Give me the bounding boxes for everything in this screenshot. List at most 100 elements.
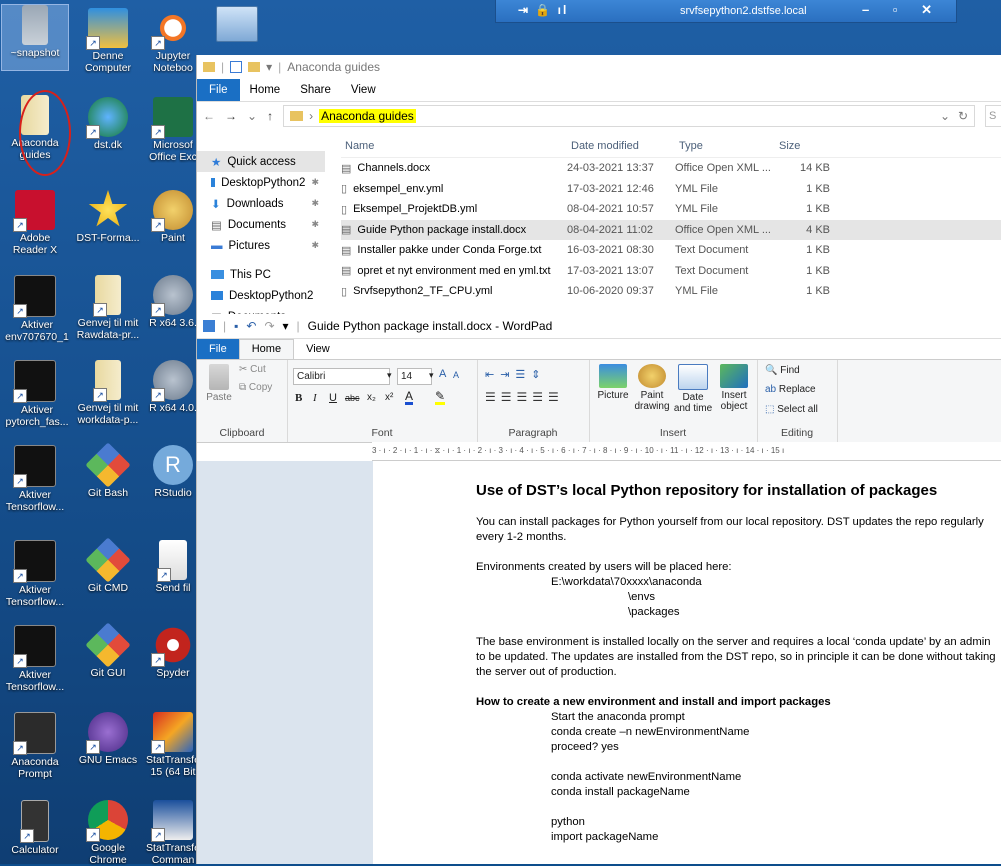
customize-toolbar-icon[interactable]: ▾	[266, 60, 272, 74]
desktop-icon-dst-forma[interactable]: DST-Forma...	[75, 190, 141, 244]
cut-button[interactable]: ✂ Cut	[239, 364, 266, 375]
r-icon: ↗	[151, 275, 193, 317]
nav-quick-access[interactable]: ★ Quick access	[197, 151, 325, 172]
find-button[interactable]: 🔍 Find	[765, 365, 800, 376]
refresh-icon[interactable]: ↻	[958, 109, 968, 123]
italic-icon[interactable]: I	[313, 392, 317, 404]
pin-icon[interactable]: ⇥ 🔒 ıl	[518, 3, 568, 17]
terminal-icon: ↗	[13, 275, 56, 318]
file-row[interactable]: ▯ Eksempel_ProjektDB.yml 08-04-2021 10:57…	[341, 199, 1001, 220]
up-icon[interactable]: ↑	[267, 109, 273, 123]
highlight-icon[interactable]: ✎	[435, 390, 446, 405]
column-name[interactable]: Name	[341, 140, 571, 152]
breadcrumb-anaconda-guides[interactable]: Anaconda guides	[319, 109, 416, 123]
file-row[interactable]: ▯ Srvfsepython2_TF_CPU.yml 10-06-2020 09:…	[341, 281, 1001, 302]
font-group: Calibri ▾ 14 ▾ A A B I U abc x₂ x² A ✎ F…	[287, 360, 478, 442]
tab-file[interactable]: File	[197, 339, 239, 359]
desktop-icon-aktiver-env[interactable]: ↗ Aktiver env707670_1	[2, 275, 69, 343]
insert-object-button[interactable]: Insert object	[715, 364, 753, 412]
file-row[interactable]: ▤ Channels.docx 24-03-2021 13:37 Office O…	[341, 158, 1001, 179]
column-size[interactable]: Size	[779, 140, 800, 152]
file-explorer-window: | ▾ | Anaconda guides File Home Share Vi…	[196, 55, 1001, 324]
desktop-icon-dst-dk[interactable]: ↗ dst.dk	[75, 97, 141, 151]
tab-view[interactable]: View	[341, 84, 386, 96]
recent-locations-icon[interactable]: ⌄	[247, 109, 257, 123]
doc-step: conda activate newEnvironmentName	[551, 771, 742, 783]
forward-icon[interactable]: →	[225, 109, 237, 123]
document-content[interactable]: Use of DST’s local Python repository for…	[476, 481, 996, 845]
tab-file[interactable]: File	[197, 79, 240, 101]
indent-list-icons[interactable]: ⇤⇥☰⇕	[485, 368, 547, 381]
chevron-down-icon[interactable]: ▾	[429, 370, 434, 381]
desktop-icon-git-cmd[interactable]: Git CMD	[75, 537, 141, 594]
file-row-selected[interactable]: ▤ Guide Python package install.docx 08-04…	[341, 219, 1001, 240]
document-page[interactable]: Use of DST’s local Python repository for…	[373, 461, 1001, 864]
save-icon[interactable]: ▪	[234, 319, 238, 333]
tab-home[interactable]: Home	[240, 84, 291, 96]
paste-button[interactable]: Paste	[203, 364, 235, 403]
font-family-select[interactable]: Calibri	[293, 368, 390, 385]
file-row[interactable]: ▤ opret et nyt environment med en yml.txt…	[341, 261, 1001, 282]
desktop-icon-calculator[interactable]: ↗ Calculator	[2, 800, 68, 856]
address-bar[interactable]: › Anaconda guides ⌄ ↻	[283, 105, 975, 127]
nav-desktop-python2[interactable]: DesktopPython2 ✱	[197, 172, 325, 193]
nav-downloads[interactable]: ⬇ Downloads ✱	[197, 193, 325, 214]
font-size-select[interactable]: 14	[397, 368, 432, 385]
shrink-font-icon[interactable]: A	[453, 370, 459, 380]
alignment-icons[interactable]: ☰☰☰☰☰	[485, 390, 564, 404]
nav-this-pc-desktop[interactable]: DesktopPython2	[197, 285, 325, 306]
desktop-icon-aktiver-pytorch[interactable]: ↗ Aktiver pytorch_fas...	[2, 360, 69, 428]
file-row[interactable]: ▤ Installer pakke under Conda Forge.txt 1…	[341, 240, 1001, 261]
desktop-icon-aktiver-tensorflow-3[interactable]: ↗ Aktiver Tensorflow...	[2, 625, 68, 693]
select-all-button[interactable]: ⬚ Select all	[765, 404, 818, 415]
strikethrough-icon[interactable]: abc	[345, 393, 360, 403]
desktop-icon-git-bash[interactable]: Git Bash	[75, 442, 141, 499]
subscript-icon[interactable]: x₂	[367, 392, 376, 403]
back-icon[interactable]: ←	[203, 109, 215, 123]
doc-path: E:\workdata\70xxxx\anaconda	[551, 576, 702, 588]
nav-pictures[interactable]: ▬ Pictures ✱	[197, 235, 325, 256]
paint-drawing-button[interactable]: Paint drawing	[633, 364, 671, 412]
calculator-icon: ↗	[20, 800, 49, 843]
tab-view[interactable]: View	[294, 343, 342, 355]
desktop-icon-git-gui[interactable]: Git GUI	[75, 622, 141, 679]
tab-home[interactable]: Home	[238, 339, 295, 359]
underline-icon[interactable]: U	[329, 392, 337, 404]
desktop-icon-google-chrome[interactable]: ↗ Google Chrome	[75, 800, 141, 866]
bold-icon[interactable]: B	[295, 392, 302, 404]
search-input[interactable]: S	[985, 105, 1001, 127]
desktop-icon-adobe-reader[interactable]: ↗ Adobe Reader X	[2, 190, 68, 256]
redo-icon[interactable]: ↷	[264, 319, 274, 333]
column-date-modified[interactable]: Date modified	[571, 140, 679, 152]
desktop-icon-anaconda-prompt[interactable]: ↗ Anaconda Prompt	[2, 712, 68, 780]
customize-toolbar-icon[interactable]: ▾	[283, 319, 289, 333]
desktop-icon-denne-computer[interactable]: ↗ Denne Computer	[75, 8, 141, 74]
insert-picture-button[interactable]: Picture	[595, 364, 631, 401]
properties-icon[interactable]	[230, 61, 243, 73]
wordpad-app-icon[interactable]	[203, 320, 215, 332]
performance-monitor-icon[interactable]	[216, 6, 258, 42]
desktop-icon-aktiver-tensorflow-2[interactable]: ↗ Aktiver Tensorflow...	[2, 540, 68, 608]
desktop-icon-gnu-emacs[interactable]: ↗ GNU Emacs	[75, 712, 141, 766]
new-folder-icon[interactable]	[248, 62, 261, 72]
superscript-icon[interactable]: x²	[385, 392, 393, 403]
chevron-down-icon[interactable]: ▾	[387, 370, 392, 381]
desktop-icon-workdata[interactable]: ↗ Genvej til mit workdata-p...	[75, 360, 141, 426]
replace-button[interactable]: ab Replace	[765, 384, 816, 395]
undo-icon[interactable]: ↶	[246, 319, 256, 333]
grow-font-icon[interactable]: A	[439, 368, 446, 380]
ruler[interactable]: 3 · ı · 2 · ı · 1 · ı · ⧖ · ı · 1 · ı · …	[372, 442, 1001, 461]
tab-share[interactable]: Share	[290, 84, 341, 96]
copy-button[interactable]: ⧉ Copy	[239, 382, 272, 393]
date-time-button[interactable]: Date and time	[673, 364, 713, 414]
address-dropdown-icon[interactable]: ⌄	[940, 109, 950, 123]
rdp-window-controls[interactable]: – ▫ ✕	[862, 2, 942, 18]
file-row[interactable]: ▯ eksempel_env.yml 17-03-2021 12:46 YML F…	[341, 179, 1001, 200]
desktop-icon-snapshot[interactable]: ~snapshot	[1, 4, 69, 71]
desktop-icon-rawdata[interactable]: ↗ Genvej til mit Rawdata-pr...	[75, 275, 141, 341]
font-color-icon[interactable]: A	[405, 390, 414, 405]
nav-documents[interactable]: ▤ Documents ✱	[197, 214, 325, 235]
column-type[interactable]: Type	[679, 140, 779, 152]
desktop-icon-aktiver-tensorflow-1[interactable]: ↗ Aktiver Tensorflow...	[2, 445, 68, 513]
nav-this-pc[interactable]: This PC	[197, 264, 325, 285]
